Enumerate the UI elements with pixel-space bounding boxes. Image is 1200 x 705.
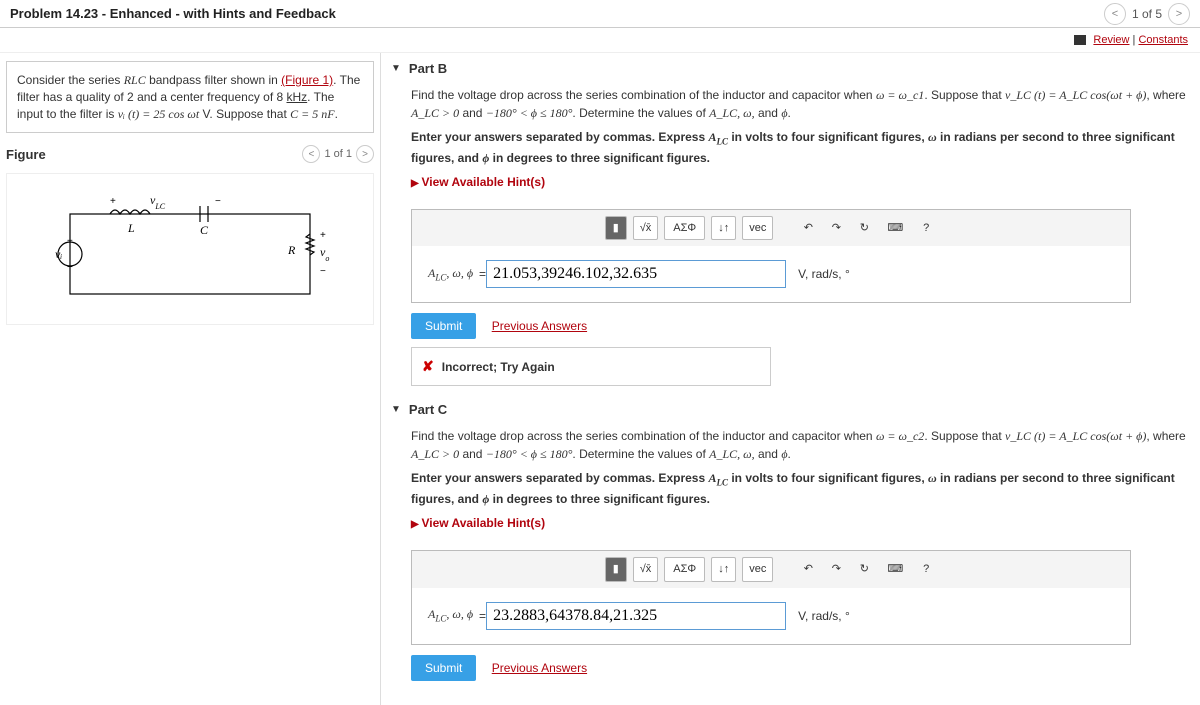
svg-text:vo: vo bbox=[320, 245, 329, 263]
circuit-diagram: vᵢ + − L C + vLC − R + bbox=[6, 173, 374, 325]
keyboard-button[interactable]: ⌨ bbox=[881, 217, 909, 240]
svg-text:+: + bbox=[110, 196, 116, 207]
undo-button-c[interactable]: ↶ bbox=[797, 558, 819, 581]
hints-link-b[interactable]: View Available Hint(s) bbox=[411, 173, 545, 191]
part-c-instructions: Enter your answers separated by commas. … bbox=[411, 469, 1190, 508]
feedback-text-b: Incorrect; Try Again bbox=[442, 358, 555, 376]
progress-text: 1 of 5 bbox=[1132, 7, 1162, 21]
part-c-label: Part C bbox=[409, 402, 447, 417]
svg-text:R: R bbox=[287, 243, 296, 257]
symbols-button[interactable]: ΑΣΦ bbox=[664, 216, 705, 241]
templates-button[interactable]: ▮ bbox=[605, 216, 627, 241]
redo-button-c[interactable]: ↷ bbox=[825, 558, 847, 581]
next-problem-button[interactable]: > bbox=[1168, 3, 1190, 25]
part-b: ▼ Part B Find the voltage drop across th… bbox=[391, 61, 1190, 386]
submit-button-b[interactable]: Submit bbox=[411, 313, 476, 339]
feedback-b: ✘ Incorrect; Try Again bbox=[411, 347, 771, 386]
part-c-prompt: Find the voltage drop across the series … bbox=[411, 427, 1190, 463]
figure-next-button[interactable]: > bbox=[356, 145, 374, 163]
answer-units-c: V, rad/s, ° bbox=[798, 607, 850, 625]
vec-button-c[interactable]: vec bbox=[742, 557, 773, 582]
answer-input-c[interactable] bbox=[486, 602, 786, 630]
help-button-c[interactable]: ? bbox=[915, 558, 937, 581]
problem-intro: Consider the series RLC bandpass filter … bbox=[6, 61, 374, 133]
keyboard-button-c[interactable]: ⌨ bbox=[881, 558, 909, 581]
answer-label-b: ALC, ω, ϕ bbox=[428, 264, 473, 285]
templates-button-c[interactable]: ▮ bbox=[605, 557, 627, 582]
header-nav: < 1 of 5 > bbox=[1104, 3, 1190, 25]
sqrt-button[interactable]: √x̄ bbox=[633, 216, 659, 241]
part-b-instructions: Enter your answers separated by commas. … bbox=[411, 128, 1190, 167]
svg-text:L: L bbox=[127, 221, 135, 235]
svg-text:−: − bbox=[215, 196, 221, 207]
flag-icon[interactable] bbox=[1074, 35, 1086, 45]
constants-link[interactable]: Constants bbox=[1138, 34, 1188, 46]
part-b-prompt: Find the voltage drop across the series … bbox=[411, 86, 1190, 122]
previous-answers-b[interactable]: Previous Answers bbox=[492, 319, 587, 333]
hints-link-c[interactable]: View Available Hint(s) bbox=[411, 514, 545, 532]
updown-button[interactable]: ↓↑ bbox=[711, 216, 736, 241]
answer-units-b: V, rad/s, ° bbox=[798, 265, 850, 283]
collapse-icon[interactable]: ▼ bbox=[391, 63, 401, 74]
part-b-label: Part B bbox=[409, 61, 447, 76]
svg-text:vLC: vLC bbox=[150, 194, 166, 211]
answer-input-b[interactable] bbox=[486, 260, 786, 288]
svg-text:+: + bbox=[67, 236, 73, 247]
updown-button-c[interactable]: ↓↑ bbox=[711, 557, 736, 582]
collapse-icon-c[interactable]: ▼ bbox=[391, 404, 401, 415]
redo-button[interactable]: ↷ bbox=[825, 217, 847, 240]
vec-button[interactable]: vec bbox=[742, 216, 773, 241]
review-link[interactable]: Review bbox=[1093, 34, 1129, 46]
figure-prev-button[interactable]: < bbox=[302, 145, 320, 163]
page-title: Problem 14.23 - Enhanced - with Hints an… bbox=[10, 6, 336, 21]
svg-text:−: − bbox=[320, 266, 326, 277]
reset-button-c[interactable]: ↻ bbox=[853, 558, 875, 581]
svg-text:C: C bbox=[200, 223, 209, 237]
submit-button-c[interactable]: Submit bbox=[411, 655, 476, 681]
part-c: ▼ Part C Find the voltage drop across th… bbox=[391, 402, 1190, 680]
help-button[interactable]: ? bbox=[915, 217, 937, 240]
sqrt-button-c[interactable]: √x̄ bbox=[633, 557, 659, 582]
answer-box-c: ▮ √x̄ ΑΣΦ ↓↑ vec ↶ ↷ ↻ ⌨ ? ALC, ω, ϕ bbox=[411, 550, 1131, 645]
undo-button[interactable]: ↶ bbox=[797, 217, 819, 240]
svg-text:+: + bbox=[320, 230, 326, 241]
incorrect-icon: ✘ bbox=[422, 356, 434, 377]
answer-box-b: ▮ √x̄ ΑΣΦ ↓↑ vec ↶ ↷ ↻ ⌨ ? ALC, ω, ϕ bbox=[411, 209, 1131, 304]
figure-page: 1 of 1 bbox=[324, 148, 352, 160]
figure-title: Figure bbox=[6, 147, 46, 162]
svg-text:−: − bbox=[67, 262, 73, 273]
prev-problem-button[interactable]: < bbox=[1104, 3, 1126, 25]
answer-label-c: ALC, ω, ϕ bbox=[428, 605, 473, 626]
reset-button[interactable]: ↻ bbox=[853, 217, 875, 240]
svg-text:vᵢ: vᵢ bbox=[55, 247, 62, 261]
review-bar: Review | Constants bbox=[0, 28, 1200, 53]
symbols-button-c[interactable]: ΑΣΦ bbox=[664, 557, 705, 582]
previous-answers-c[interactable]: Previous Answers bbox=[492, 661, 587, 675]
figure-link[interactable]: (Figure 1) bbox=[281, 73, 333, 87]
